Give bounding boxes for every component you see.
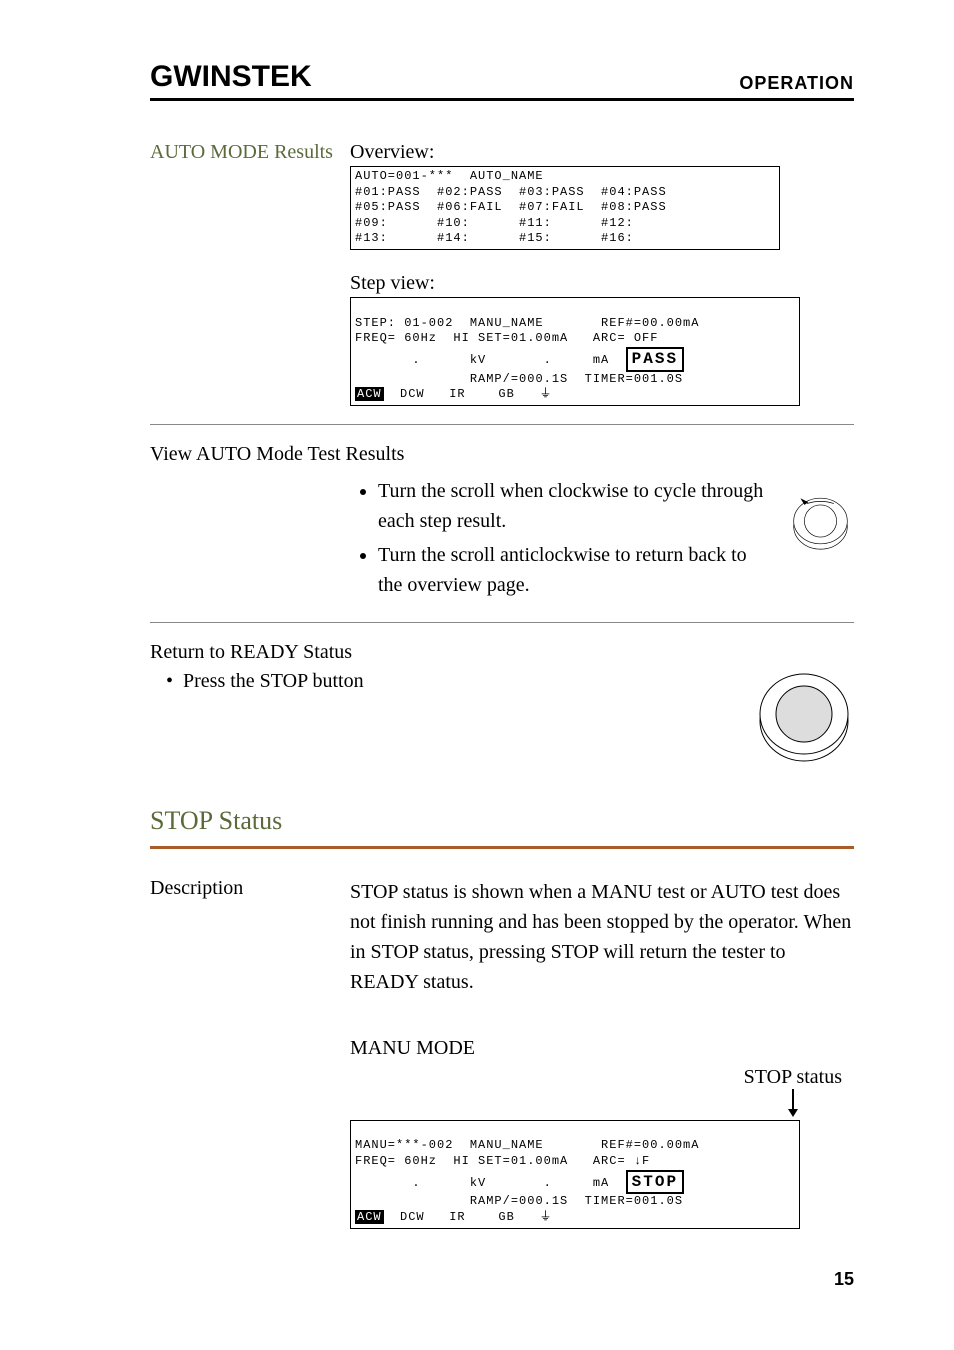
page-root: GWINSTEK OPERATION AUTO MODE Results Ove…: [0, 0, 954, 1330]
stop-status-heading: STOP Status: [150, 806, 854, 836]
orange-divider: [150, 846, 854, 849]
return-ready-block: Return to READY Status • Press the STOP …: [150, 641, 854, 766]
manu-stop-lcd: MANU=***-002 MANU_NAME REF#=00.00mA FREQ…: [350, 1120, 800, 1229]
auto-mode-heading: AUTO MODE Results: [150, 141, 350, 164]
stop-bullet: • Press the STOP button: [166, 666, 754, 696]
scroll-knob-icon: [787, 476, 854, 566]
description-label: Description: [150, 877, 350, 900]
ramp-timer-2: RAMP/=000.1S TIMER=001.0S: [470, 1194, 683, 1208]
step-line-2: FREQ= 60Hz HI SET=01.00mA ARC= OFF: [355, 331, 658, 345]
top-bar: GWINSTEK OPERATION: [150, 60, 854, 101]
ground-icon-2: ⏚: [539, 1210, 552, 1224]
description-text: STOP status is shown when a MANU test or…: [350, 877, 854, 997]
return-ready-heading: Return to READY Status: [150, 641, 854, 664]
stop-badge: STOP: [626, 1170, 684, 1195]
section-title: OPERATION: [739, 73, 854, 94]
manu-line-2: FREQ= 60Hz HI SET=01.00mA ARC=: [355, 1154, 634, 1168]
kv-label-2: kV: [470, 1176, 486, 1190]
view-results-bullets: Turn the scroll when clockwise to cycle …: [350, 476, 769, 604]
stop-description-block: Description STOP status is shown when a …: [150, 877, 854, 997]
arc-arrow: ↓F: [634, 1154, 650, 1168]
other-modes-2: DCW IR GB: [384, 1210, 515, 1224]
step-line-1: STEP: 01-002 MANU_NAME REF#=00.00mA: [355, 316, 699, 330]
view-results-heading: View AUTO Mode Test Results: [150, 443, 854, 466]
stop-status-label: STOP status: [350, 1066, 842, 1089]
manu-line-1: MANU=***-002 MANU_NAME REF#=00.00mA: [355, 1138, 699, 1152]
bullet-cw: Turn the scroll when clockwise to cycle …: [378, 476, 769, 536]
divider: [150, 622, 854, 623]
stepview-lcd: STEP: 01-002 MANU_NAME REF#=00.00mA FREQ…: [350, 297, 800, 406]
auto-mode-block: AUTO MODE Results Overview: AUTO=001-***…: [150, 141, 854, 406]
view-results-block: View AUTO Mode Test Results Turn the scr…: [150, 443, 854, 604]
divider: [150, 424, 854, 425]
manu-mode-label: MANU MODE: [350, 1037, 854, 1060]
kv-label: kV: [470, 353, 486, 367]
acw-mode: ACW: [355, 387, 384, 401]
ma-label: mA: [593, 353, 609, 367]
overview-label: Overview:: [350, 141, 854, 164]
other-modes: DCW IR GB: [384, 387, 515, 401]
stop-button-icon: [754, 666, 854, 766]
overview-lcd: AUTO=001-*** AUTO_NAME #01:PASS #02:PASS…: [350, 166, 780, 250]
ground-icon: ⏚: [539, 387, 552, 401]
ramp-timer: RAMP/=000.1S TIMER=001.0S: [470, 372, 683, 386]
acw-mode-2: ACW: [355, 1210, 384, 1224]
pass-badge: PASS: [626, 347, 684, 372]
page-number: 15: [150, 1269, 854, 1290]
ma-label-2: mA: [593, 1176, 609, 1190]
bullet-ccw: Turn the scroll anticlockwise to return …: [378, 540, 769, 600]
arrow-down-icon: [792, 1089, 794, 1115]
stepview-label: Step view:: [350, 272, 854, 295]
brand-logo: GWINSTEK: [150, 60, 312, 94]
